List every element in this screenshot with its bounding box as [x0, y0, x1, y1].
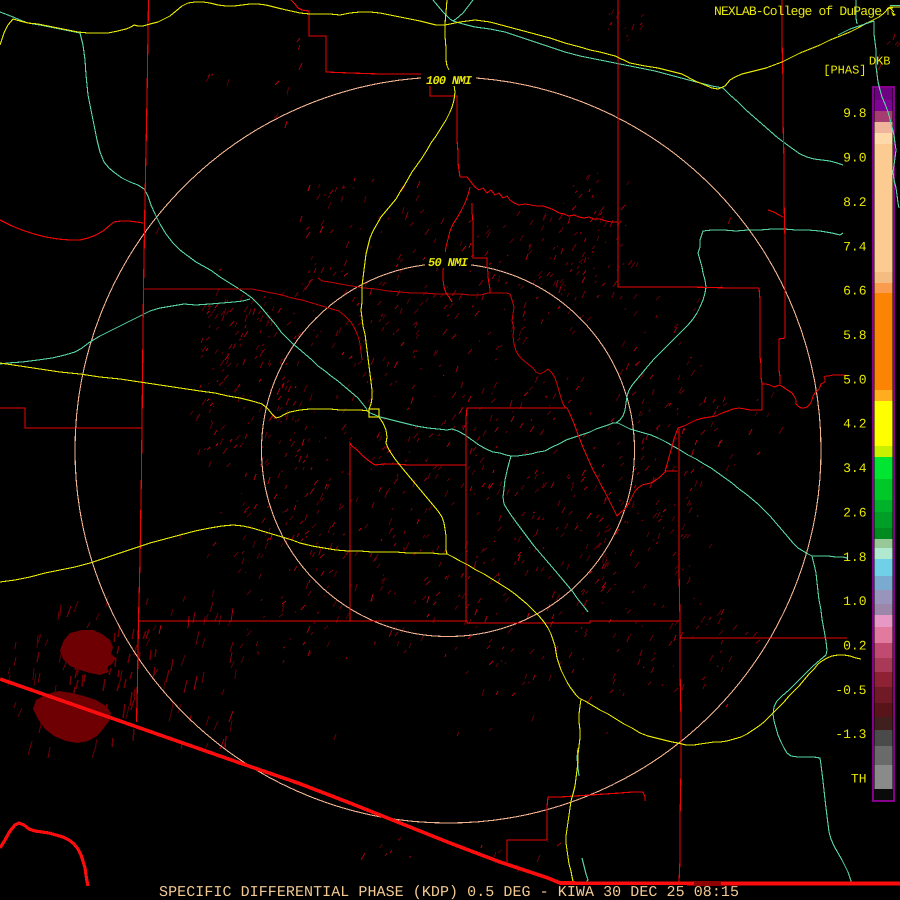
svg-text:5.0: 5.0	[843, 372, 866, 387]
svg-text:DKB: DKB	[869, 55, 891, 69]
svg-text:50 NMI: 50 NMI	[428, 256, 469, 270]
svg-text:4.2: 4.2	[843, 417, 866, 432]
svg-text:7.4: 7.4	[843, 239, 867, 254]
svg-text:-0.5: -0.5	[835, 683, 866, 698]
svg-text:1.0: 1.0	[843, 594, 866, 609]
svg-text:0.2: 0.2	[843, 639, 866, 654]
svg-text:6.6: 6.6	[843, 284, 866, 299]
svg-text:2.6: 2.6	[843, 505, 866, 520]
svg-text:5.8: 5.8	[843, 328, 866, 343]
svg-text:3.4: 3.4	[843, 461, 867, 476]
svg-text:9.0: 9.0	[843, 151, 866, 166]
svg-text:-1.3: -1.3	[835, 727, 866, 742]
svg-text:TH: TH	[851, 772, 867, 787]
svg-text:SPECIFIC DIFFERENTIAL PHASE (K: SPECIFIC DIFFERENTIAL PHASE (KDP) 0.5 DE…	[159, 884, 739, 900]
svg-text:9.8: 9.8	[843, 106, 866, 121]
svg-text:NEXLAB-College of DuPage: NEXLAB-College of DuPage	[714, 4, 882, 19]
svg-text:100 NMI: 100 NMI	[426, 74, 473, 88]
svg-text:[PHAS]: [PHAS]	[823, 64, 866, 78]
svg-text:1.8: 1.8	[843, 550, 866, 565]
svg-text:8.2: 8.2	[843, 195, 866, 210]
